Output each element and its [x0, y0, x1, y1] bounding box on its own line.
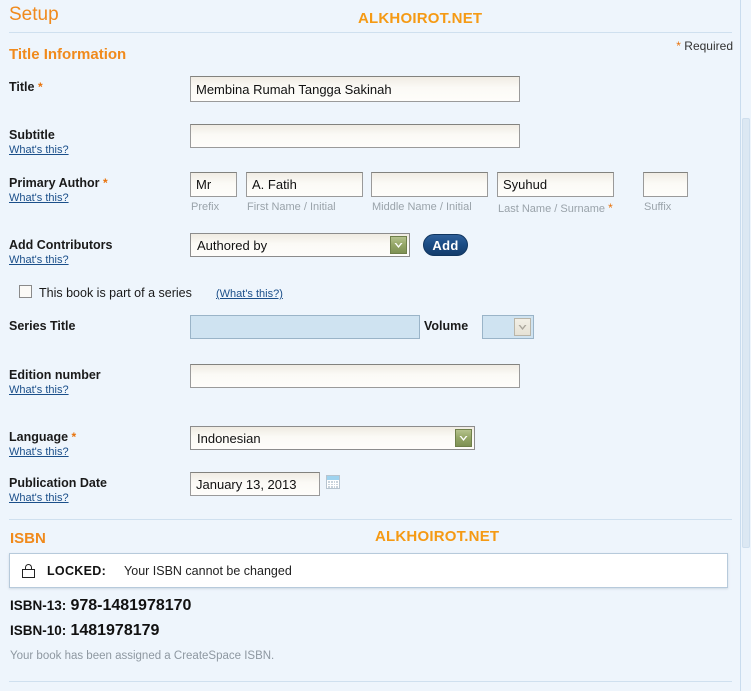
- isbn-assignment-note: Your book has been assigned a CreateSpac…: [10, 650, 275, 662]
- author-last-name-required-asterisk: *: [608, 201, 613, 215]
- lock-icon: [22, 563, 35, 578]
- isbn-13-key: ISBN-13:: [10, 598, 67, 613]
- isbn-10-value: 1481978179: [70, 622, 160, 639]
- isbn-13-value: 978-1481978170: [70, 597, 192, 614]
- header-divider: [9, 32, 732, 33]
- author-middle-name-input[interactable]: [371, 172, 488, 197]
- add-contributors-label: Add Contributors: [9, 238, 113, 252]
- vertical-scrollbar-thumb[interactable]: [742, 118, 750, 548]
- isbn-locked-banner: LOCKED: Your ISBN cannot be changed: [9, 553, 728, 588]
- watermark-isbn: ALKHOIROT.NET: [375, 528, 500, 545]
- subtitle-label: Subtitle: [9, 128, 55, 142]
- author-last-name-sublabel: Last Name / Surname *: [498, 201, 613, 215]
- contributor-role-select[interactable]: Authored by: [190, 233, 410, 257]
- isbn-locked-label: LOCKED:: [47, 563, 107, 578]
- required-asterisk: *: [676, 39, 681, 53]
- footer-divider: [9, 681, 732, 682]
- series-checkbox-label: This book is part of a series: [39, 286, 192, 300]
- language-required-asterisk: *: [71, 430, 77, 444]
- primary-author-whats-this-link[interactable]: What's this?: [9, 192, 69, 204]
- chevron-down-icon-volume: [514, 318, 531, 336]
- author-first-name-sublabel: First Name / Initial: [247, 201, 336, 213]
- subtitle-input[interactable]: [190, 124, 520, 148]
- author-prefix-input[interactable]: [190, 172, 237, 197]
- required-legend-label: Required: [684, 39, 733, 53]
- volume-label: Volume: [424, 319, 469, 333]
- setup-page: Setup ALKHOIROT.NET Title Information * …: [0, 0, 751, 691]
- contributor-role-select-value: Authored by: [197, 237, 268, 253]
- language-select-value: Indonesian: [197, 430, 261, 446]
- section-heading-isbn: ISBN: [10, 530, 46, 547]
- author-first-name-input[interactable]: [246, 172, 363, 197]
- language-select[interactable]: Indonesian: [190, 426, 475, 450]
- series-title-label: Series Title: [9, 319, 76, 333]
- publication-date-whats-this-link[interactable]: What's this?: [9, 492, 69, 504]
- author-last-name-input[interactable]: [497, 172, 614, 197]
- language-whats-this-link[interactable]: What's this?: [9, 446, 69, 458]
- calendar-icon[interactable]: [326, 475, 340, 489]
- edition-number-whats-this-link[interactable]: What's this?: [9, 384, 69, 396]
- section-heading-title-information: Title Information: [9, 46, 127, 63]
- isbn-section-divider: [9, 519, 732, 520]
- language-label: Language *: [9, 430, 77, 444]
- add-contributor-button[interactable]: Add: [423, 234, 468, 256]
- author-middle-name-sublabel: Middle Name / Initial: [372, 201, 472, 213]
- volume-select[interactable]: [482, 315, 534, 339]
- watermark-top: ALKHOIROT.NET: [358, 10, 483, 27]
- isbn-10-row: ISBN-10: 1481978179: [10, 622, 159, 640]
- author-suffix-input[interactable]: [643, 172, 688, 197]
- series-whats-this-link[interactable]: (What's this?): [216, 288, 283, 300]
- title-input[interactable]: [190, 76, 520, 102]
- publication-date-input[interactable]: [190, 472, 320, 496]
- chevron-down-icon-language: [455, 429, 472, 447]
- required-legend: * Required: [676, 39, 733, 53]
- author-prefix-sublabel: Prefix: [191, 201, 220, 213]
- title-label: Title *: [9, 80, 43, 94]
- chevron-down-icon: [390, 236, 407, 254]
- publication-date-label: Publication Date: [9, 476, 107, 490]
- title-required-asterisk: *: [37, 80, 43, 94]
- edition-number-input[interactable]: [190, 364, 520, 388]
- series-checkbox[interactable]: [19, 285, 32, 298]
- isbn-10-key: ISBN-10:: [10, 623, 67, 638]
- add-contributors-whats-this-link[interactable]: What's this?: [9, 254, 69, 266]
- primary-author-label: Primary Author *: [9, 176, 108, 190]
- series-title-input[interactable]: [190, 315, 420, 339]
- isbn-13-row: ISBN-13: 978-1481978170: [10, 597, 191, 615]
- isbn-locked-message: Your ISBN cannot be changed: [124, 563, 292, 578]
- subtitle-whats-this-link[interactable]: What's this?: [9, 144, 69, 156]
- edition-number-label: Edition number: [9, 368, 101, 382]
- primary-author-required-asterisk: *: [103, 176, 108, 190]
- page-title: Setup: [9, 4, 59, 25]
- author-suffix-sublabel: Suffix: [644, 201, 672, 213]
